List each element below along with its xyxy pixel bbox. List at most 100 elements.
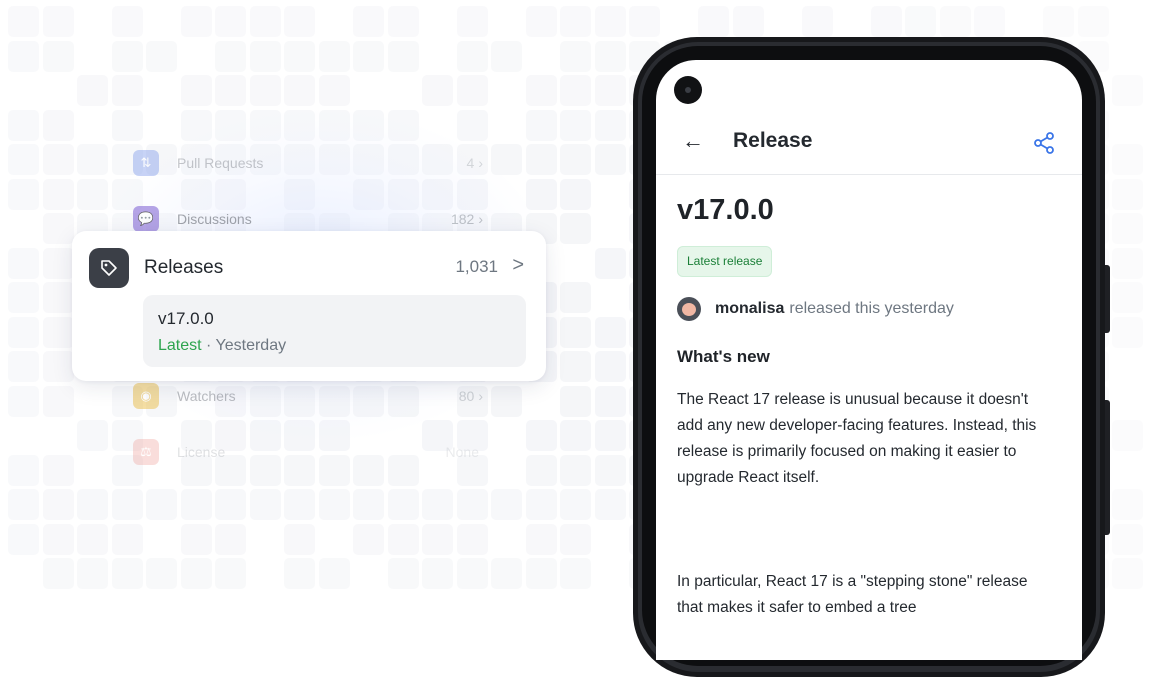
background-tile xyxy=(595,489,626,520)
background-tile xyxy=(284,489,315,520)
background-tile xyxy=(526,558,557,589)
background-tile xyxy=(905,6,936,37)
pull-request-icon: ⇅ xyxy=(133,150,159,176)
background-tile xyxy=(526,524,557,555)
background-tile xyxy=(595,351,626,382)
background-tile xyxy=(422,489,453,520)
background-tile xyxy=(43,455,74,486)
background-tile xyxy=(491,41,522,72)
background-tile xyxy=(250,6,281,37)
latest-release-item[interactable]: v17.0.0 Latest · Yesterday xyxy=(143,295,526,367)
release-meta: Latest · Yesterday xyxy=(158,337,286,355)
background-tile xyxy=(560,524,591,555)
background-tile xyxy=(457,6,488,37)
background-tile xyxy=(77,524,108,555)
background-tile xyxy=(8,282,39,313)
background-tile xyxy=(319,489,350,520)
tag-icon xyxy=(89,248,129,288)
background-tile xyxy=(181,75,212,106)
latest-label: Latest xyxy=(158,337,202,354)
background-tile xyxy=(112,75,143,106)
background-tile xyxy=(871,6,902,37)
background-tile xyxy=(8,351,39,382)
background-tile xyxy=(77,489,108,520)
background-tile xyxy=(43,179,74,210)
background-tile xyxy=(526,489,557,520)
background-tile xyxy=(560,6,591,37)
background-tile xyxy=(181,489,212,520)
background-tile xyxy=(388,524,419,555)
list-item-count: 4 xyxy=(466,155,475,171)
background-tile xyxy=(8,41,39,72)
background-tile xyxy=(77,75,108,106)
background-tile xyxy=(8,317,39,348)
background-tile xyxy=(526,6,557,37)
background-tile xyxy=(560,144,591,175)
background-tile xyxy=(595,144,626,175)
eye-icon: ◉ xyxy=(133,383,159,409)
app-bar: ← Release xyxy=(656,118,1082,175)
background-tile xyxy=(43,144,74,175)
background-tile xyxy=(77,179,108,210)
background-tile xyxy=(1112,282,1143,313)
camera-icon xyxy=(674,76,702,104)
background-tile xyxy=(112,110,143,141)
background-tile xyxy=(112,6,143,37)
background-tile xyxy=(560,351,591,382)
releases-card[interactable]: Releases 1,031 > v17.0.0 Latest · Yester… xyxy=(72,231,546,381)
background-tile xyxy=(526,179,557,210)
avatar[interactable] xyxy=(677,297,701,321)
background-tile xyxy=(8,179,39,210)
background-tile xyxy=(560,455,591,486)
background-tile xyxy=(560,110,591,141)
release-notes-paragraph: The React 17 release is unusual because … xyxy=(677,391,1037,486)
background-tile xyxy=(526,144,557,175)
background-tile xyxy=(319,75,350,106)
list-item-license: ⚖ License None xyxy=(133,439,483,465)
background-tile xyxy=(215,489,246,520)
background-tile xyxy=(526,110,557,141)
background-tile xyxy=(8,455,39,486)
background-tile xyxy=(8,110,39,141)
background-tile xyxy=(974,6,1005,37)
background-tile xyxy=(181,524,212,555)
background-tile xyxy=(353,41,384,72)
background-tile xyxy=(1112,558,1143,589)
background-tile xyxy=(595,110,626,141)
background-tile xyxy=(526,420,557,451)
background-tile xyxy=(388,489,419,520)
background-tile xyxy=(526,455,557,486)
background-tile xyxy=(8,386,39,417)
background-tile xyxy=(284,558,315,589)
background-tile xyxy=(1078,6,1109,37)
phone-screen: ← Release v17.0.0 Latest release monalis… xyxy=(656,60,1082,660)
background-tile xyxy=(388,6,419,37)
background-tile xyxy=(43,489,74,520)
background-tile xyxy=(560,420,591,451)
background-tile xyxy=(629,6,660,37)
list-item-count: 182 xyxy=(450,211,475,227)
release-version-heading: v17.0.0 xyxy=(677,194,774,226)
back-arrow-icon[interactable]: ← xyxy=(682,128,704,154)
background-tile xyxy=(595,317,626,348)
background-tile xyxy=(1043,6,1074,37)
author-name[interactable]: monalisa xyxy=(715,300,784,318)
background-tile xyxy=(802,6,833,37)
background-tile xyxy=(1112,144,1143,175)
background-tile xyxy=(77,420,108,451)
background-tile xyxy=(491,558,522,589)
background-tile xyxy=(422,558,453,589)
background-tile xyxy=(1112,179,1143,210)
background-tile xyxy=(457,110,488,141)
chevron-right-icon: › xyxy=(478,211,483,227)
background-tile xyxy=(43,558,74,589)
list-item-discussions: 💬 Discussions 182 › xyxy=(133,206,483,232)
share-icon[interactable] xyxy=(1032,131,1056,155)
release-version: v17.0.0 xyxy=(158,309,214,328)
section-heading: What's new xyxy=(677,347,770,366)
background-tile xyxy=(595,386,626,417)
background-tile xyxy=(595,420,626,451)
background-tile xyxy=(8,524,39,555)
release-time-text: released this yesterday xyxy=(789,300,954,317)
background-tile xyxy=(491,386,522,417)
